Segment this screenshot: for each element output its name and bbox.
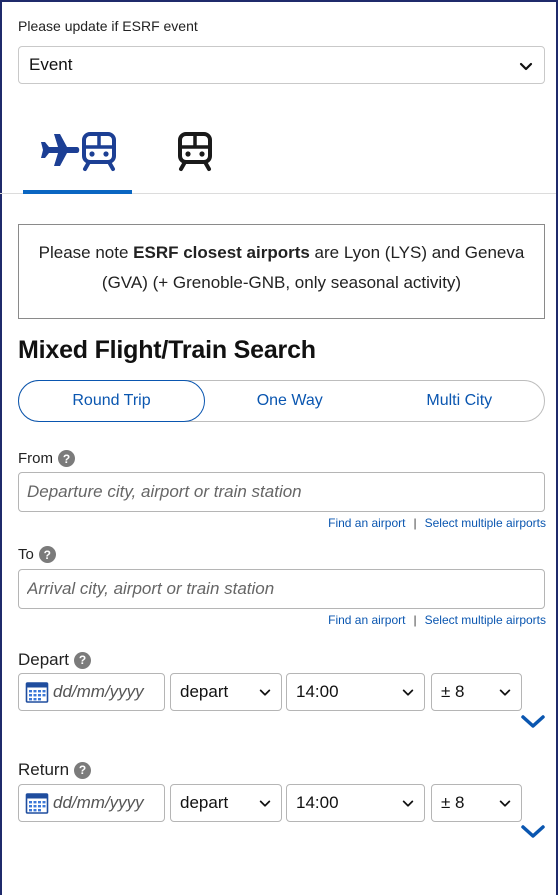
airport-notice: Please note ESRF closest airports are Ly…	[18, 224, 545, 319]
select-multiple-airports-link[interactable]: Select multiple airports	[425, 516, 546, 530]
return-type-select[interactable]: depart	[170, 784, 282, 822]
depart-flex-value: ± 8	[441, 682, 465, 701]
chevron-down-icon	[519, 62, 533, 71]
link-separator: |	[413, 516, 417, 530]
from-label-group: From ?	[18, 450, 75, 467]
help-icon[interactable]: ?	[58, 450, 75, 467]
tab-train[interactable]	[160, 118, 230, 194]
notice-prefix: Please note	[38, 243, 134, 262]
depart-date-placeholder: dd/mm/yyyy	[53, 682, 144, 701]
return-label-group: Return ?	[18, 760, 92, 780]
help-icon[interactable]: ?	[74, 651, 92, 669]
notice-bold: ESRF closest airports	[133, 243, 310, 262]
from-label: From	[18, 450, 53, 467]
expand-chevron-icon[interactable]	[520, 714, 546, 730]
return-flex-value: ± 8	[441, 793, 465, 812]
depart-time-select[interactable]: 14:00	[286, 673, 425, 711]
event-select-value: Event	[29, 55, 73, 74]
return-flex-select[interactable]: ± 8	[431, 784, 522, 822]
trip-type-toggle: Round Trip One Way Multi City	[18, 380, 545, 422]
return-time-select[interactable]: 14:00	[286, 784, 425, 822]
plane-train-icon	[40, 132, 116, 171]
to-input[interactable]	[18, 569, 545, 609]
depart-label-group: Depart ?	[18, 650, 92, 670]
return-label: Return	[18, 760, 70, 779]
chevron-down-icon	[402, 689, 414, 696]
depart-label: Depart	[18, 650, 70, 669]
search-mode-tabs	[0, 118, 556, 194]
trip-round-trip[interactable]: Round Trip	[18, 380, 205, 422]
return-date-placeholder: dd/mm/yyyy	[53, 793, 144, 812]
help-icon[interactable]: ?	[74, 761, 92, 779]
depart-time-value: 14:00	[296, 682, 339, 701]
find-airport-link[interactable]: Find an airport	[328, 516, 405, 530]
to-label-group: To ?	[18, 546, 56, 563]
return-time-value: 14:00	[296, 793, 339, 812]
depart-type-value: depart	[180, 682, 229, 701]
calendar-icon	[25, 793, 49, 814]
from-links: Find an airport | Select multiple airpor…	[328, 516, 546, 530]
expand-chevron-icon[interactable]	[520, 824, 546, 840]
chevron-down-icon	[499, 689, 511, 696]
event-label: Please update if ESRF event	[18, 18, 198, 34]
trip-multi-city[interactable]: Multi City	[375, 381, 545, 421]
chevron-down-icon	[402, 800, 414, 807]
to-label: To	[18, 546, 34, 563]
help-icon[interactable]: ?	[38, 546, 56, 563]
calendar-icon	[25, 682, 49, 703]
chevron-down-icon	[259, 800, 271, 807]
depart-date-input[interactable]: dd/mm/yyyy	[18, 673, 165, 711]
tab-flight-train[interactable]	[23, 118, 132, 194]
to-links: Find an airport | Select multiple airpor…	[328, 613, 546, 627]
link-separator: |	[413, 613, 417, 627]
page-title: Mixed Flight/Train Search	[18, 336, 316, 364]
chevron-down-icon	[259, 689, 271, 696]
train-icon	[178, 132, 212, 171]
find-airport-link[interactable]: Find an airport	[328, 613, 405, 627]
trip-one-way[interactable]: One Way	[205, 381, 375, 421]
select-multiple-airports-link[interactable]: Select multiple airports	[425, 613, 546, 627]
return-type-value: depart	[180, 793, 229, 812]
event-select[interactable]: Event	[18, 46, 545, 84]
depart-flex-select[interactable]: ± 8	[431, 673, 522, 711]
depart-type-select[interactable]: depart	[170, 673, 282, 711]
return-date-input[interactable]: dd/mm/yyyy	[18, 784, 165, 822]
chevron-down-icon	[499, 800, 511, 807]
from-input[interactable]	[18, 472, 545, 512]
